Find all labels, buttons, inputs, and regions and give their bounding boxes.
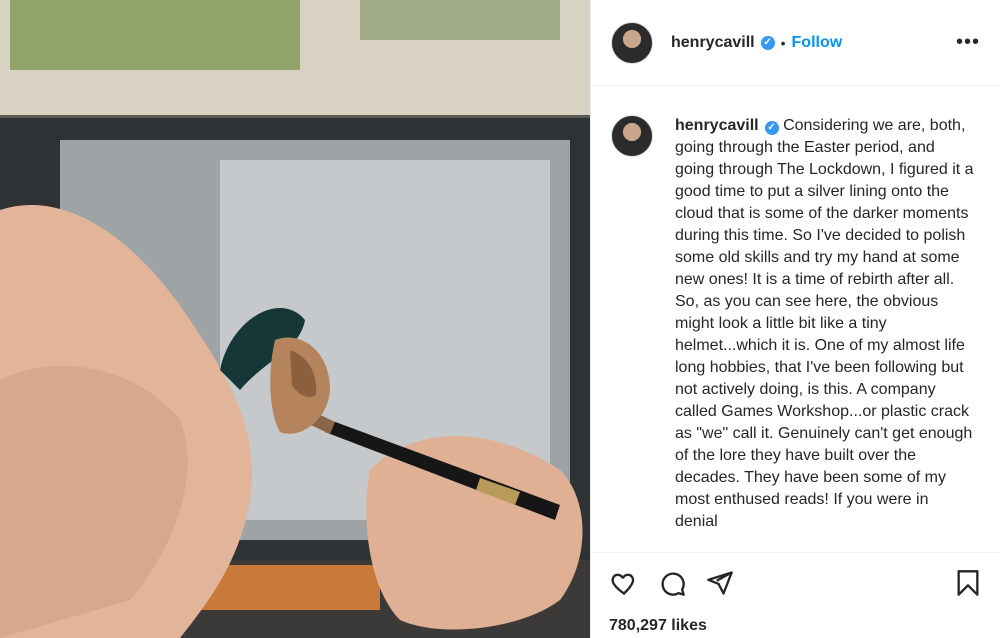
post-sidebar: henrycavill ✓ • Follow ••• henrycavill ✓ … — [590, 0, 1000, 638]
separator-dot: • — [780, 34, 786, 51]
bookmark-icon[interactable] — [954, 568, 982, 598]
more-options-icon[interactable]: ••• — [956, 31, 980, 54]
action-bar: 780,297 likes — [591, 552, 1000, 635]
share-icon[interactable] — [705, 569, 735, 597]
caption-scroll-area[interactable]: henrycavill ✓ Considering we are, both, g… — [591, 87, 1000, 552]
avatar[interactable] — [611, 21, 653, 64]
likes-count[interactable]: 780,297 likes — [609, 617, 982, 635]
caption-verified-badge-icon: ✓ — [764, 121, 779, 135]
caption-text: Considering we are, both, going through … — [675, 117, 974, 530]
post-image[interactable] — [0, 0, 590, 638]
post-header: henrycavill ✓ • Follow ••• — [591, 0, 1000, 86]
instagram-post: henrycavill ✓ • Follow ••• henrycavill ✓ … — [0, 0, 1000, 638]
username[interactable]: henrycavill — [671, 34, 755, 52]
caption-username[interactable]: henrycavill — [675, 117, 759, 134]
painted-helmet-photo — [0, 0, 590, 638]
heart-icon[interactable] — [609, 569, 639, 597]
verified-badge-icon: ✓ — [760, 35, 775, 50]
caption-text-block: henrycavill ✓ Considering we are, both, g… — [675, 115, 975, 533]
follow-button[interactable]: Follow — [792, 34, 843, 52]
caption-comment: henrycavill ✓ Considering we are, both, g… — [611, 115, 980, 533]
caption-avatar[interactable] — [611, 115, 653, 157]
comment-icon[interactable] — [657, 569, 687, 597]
action-icons — [609, 567, 982, 599]
